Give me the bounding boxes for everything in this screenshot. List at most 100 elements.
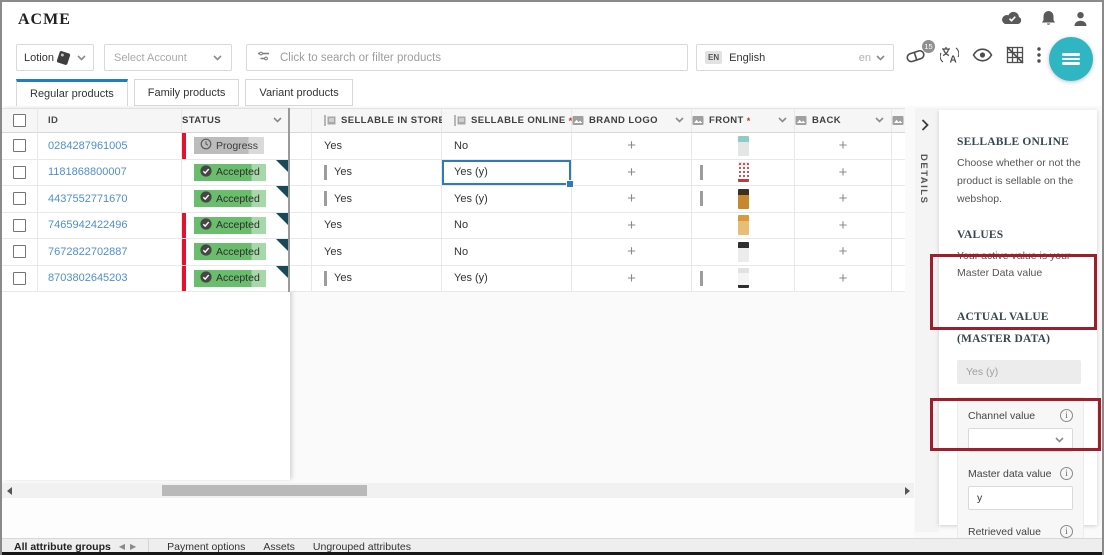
status-cell[interactable]: Accepted <box>182 186 290 213</box>
frozen-pane-divider[interactable] <box>288 108 290 292</box>
add-image-icon[interactable]: + <box>839 164 848 181</box>
attribute-group-ungrouped-attributes[interactable]: Ungrouped attributes <box>313 541 411 553</box>
horizontal-scrollbar[interactable] <box>2 483 914 498</box>
back-image-cell[interactable]: + <box>795 133 892 160</box>
account-select[interactable]: Select Account <box>104 44 232 71</box>
row-select-cell[interactable] <box>2 186 38 213</box>
product-id-link[interactable]: 7672822702887 <box>48 246 128 258</box>
column-header-id[interactable]: ID <box>38 108 182 133</box>
scroll-right-icon[interactable] <box>905 487 910 495</box>
sellable-online-cell[interactable]: No <box>442 133 572 160</box>
status-cell[interactable]: Accepted <box>182 213 290 240</box>
brand-logo-cell[interactable]: + <box>572 266 692 293</box>
back-image-cell[interactable]: + <box>795 186 892 213</box>
product-id-link[interactable]: 7465942422496 <box>48 219 128 231</box>
column-header-status[interactable]: STATUS <box>182 108 290 133</box>
brand-logo-cell[interactable]: + <box>572 186 692 213</box>
product-id-link[interactable]: 8703802645203 <box>48 272 128 284</box>
column-header-store[interactable]: SELLABLE IN STORE* <box>312 108 442 133</box>
id-cell[interactable]: 8703802645203 <box>38 266 182 293</box>
sellable-in-store-cell[interactable]: Yes <box>312 133 442 160</box>
product-search[interactable] <box>246 44 688 71</box>
column-header-select[interactable] <box>2 108 38 133</box>
attribute-group-assets[interactable]: Assets <box>263 541 295 553</box>
collapse-panel-icon[interactable] <box>921 118 929 136</box>
channel-value-select[interactable] <box>968 428 1073 452</box>
user-icon[interactable] <box>1073 11 1088 27</box>
product-id-link[interactable]: 0284287961005 <box>48 140 128 152</box>
row-select-cell[interactable] <box>2 266 38 293</box>
status-cell[interactable]: Accepted <box>182 239 290 266</box>
back-image-cell[interactable]: + <box>795 213 892 240</box>
search-input[interactable] <box>280 52 677 64</box>
linked-products-icon[interactable]: 15 <box>905 47 927 68</box>
row-select-cell[interactable] <box>2 239 38 266</box>
row-checkbox[interactable] <box>13 219 26 232</box>
front-image-cell[interactable] <box>692 239 795 266</box>
product-id-link[interactable]: 1181868800007 <box>48 166 127 178</box>
id-cell[interactable]: 4437552771670 <box>38 186 182 213</box>
more-options-icon[interactable] <box>1037 47 1041 68</box>
brand-logo-cell[interactable]: + <box>572 213 692 240</box>
column-header-front[interactable]: FRONT* <box>692 108 795 133</box>
row-checkbox[interactable] <box>13 192 26 205</box>
row-select-cell[interactable] <box>2 160 38 187</box>
back-image-cell[interactable]: + <box>795 160 892 187</box>
sellable-online-cell[interactable]: No <box>442 213 572 240</box>
chevron-down-icon[interactable] <box>273 115 282 126</box>
attribute-group-all[interactable]: All attribute groups <box>14 541 111 553</box>
column-header-online[interactable]: SELLABLE ONLINE* <box>442 108 572 133</box>
group-scroll-left-icon[interactable]: ◀ <box>119 542 125 551</box>
row-checkbox[interactable] <box>13 272 26 285</box>
scrollbar-thumb[interactable] <box>162 485 367 496</box>
group-scroll-right-icon[interactable]: ▶ <box>130 542 136 551</box>
front-image-cell[interactable] <box>692 160 795 187</box>
select-all-checkbox[interactable] <box>13 114 26 127</box>
add-image-icon[interactable]: + <box>627 164 636 181</box>
menu-icon[interactable] <box>1049 37 1093 81</box>
front-image-cell[interactable] <box>692 133 795 160</box>
tab-regular-products[interactable]: Regular products <box>16 79 128 106</box>
master-data-value-field[interactable]: y <box>968 486 1073 510</box>
product-id-link[interactable]: 4437552771670 <box>48 193 128 205</box>
no-grid-icon[interactable] <box>1006 46 1024 69</box>
id-cell[interactable]: 7465942422496 <box>38 213 182 240</box>
chevron-down-icon[interactable] <box>778 115 787 126</box>
front-image-cell[interactable] <box>692 186 795 213</box>
add-image-icon[interactable]: + <box>627 270 636 287</box>
row-select-cell[interactable] <box>2 133 38 160</box>
tab-family-products[interactable]: Family products <box>134 79 240 106</box>
tab-variant-products[interactable]: Variant products <box>245 79 352 106</box>
status-cell[interactable]: Progress <box>182 133 290 160</box>
row-select-cell[interactable] <box>2 213 38 240</box>
id-cell[interactable]: 1181868800007 <box>38 160 182 187</box>
sellable-online-cell[interactable]: Yes (y) <box>442 186 572 213</box>
add-image-icon[interactable]: + <box>627 217 636 234</box>
sellable-online-cell[interactable]: Yes (y) <box>442 160 572 187</box>
add-image-icon[interactable]: + <box>839 217 848 234</box>
sync-cloud-icon[interactable] <box>1000 10 1024 27</box>
sellable-online-cell[interactable]: Yes (y) <box>442 266 572 293</box>
scroll-left-icon[interactable] <box>7 487 12 495</box>
brand-logo-cell[interactable]: + <box>572 160 692 187</box>
id-cell[interactable]: 0284287961005 <box>38 133 182 160</box>
row-checkbox[interactable] <box>13 139 26 152</box>
sellable-in-store-cell[interactable]: Yes <box>312 186 442 213</box>
info-icon[interactable]: i <box>1060 409 1073 422</box>
add-image-icon[interactable]: + <box>627 190 636 207</box>
brand-logo-cell[interactable]: + <box>572 239 692 266</box>
info-icon[interactable]: i <box>1060 467 1073 480</box>
sellable-online-cell[interactable]: No <box>442 239 572 266</box>
column-header-brand[interactable]: BRAND LOGO <box>572 108 692 133</box>
language-select[interactable]: EN English en <box>696 44 894 71</box>
row-checkbox[interactable] <box>13 166 26 179</box>
sellable-in-store-cell[interactable]: Yes <box>312 160 442 187</box>
front-image-cell[interactable] <box>692 266 795 293</box>
preview-eye-icon[interactable] <box>972 48 993 67</box>
brand-logo-cell[interactable]: + <box>572 133 692 160</box>
details-rail[interactable]: DETAILS <box>915 108 939 532</box>
status-cell[interactable]: Accepted <box>182 160 290 187</box>
sellable-in-store-cell[interactable]: Yes <box>312 239 442 266</box>
add-image-icon[interactable]: + <box>839 270 848 287</box>
info-icon[interactable]: i <box>1060 525 1073 538</box>
